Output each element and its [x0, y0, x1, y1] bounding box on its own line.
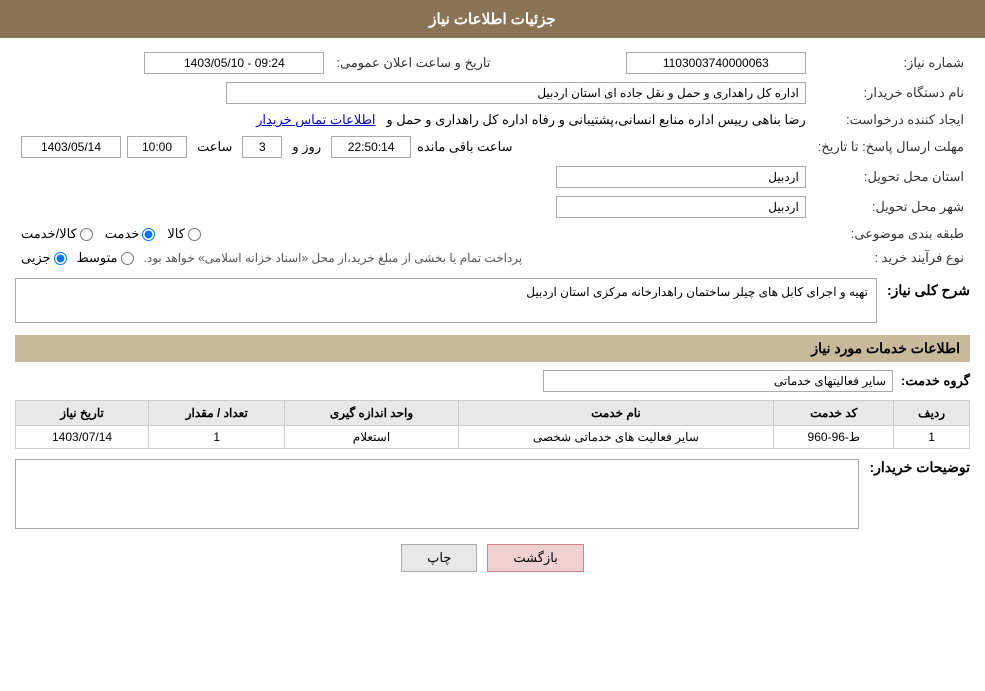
deadline-row: مهلت ارسال پاسخ: تا تاریخ: ساعت باقی مان…: [15, 132, 970, 162]
time-label: ساعت: [197, 139, 232, 155]
remaining-label: ساعت باقی مانده: [417, 139, 512, 155]
purchase-type-value: پرداخت تمام یا بخشی از مبلغ خرید،از محل …: [15, 246, 812, 270]
col-date: تاریخ نیاز: [16, 401, 149, 426]
category-khedmat-radio[interactable]: [142, 228, 155, 241]
back-button[interactable]: بازگشت: [487, 544, 583, 572]
purchase-type-row: نوع فرآیند خرید : پرداخت تمام یا بخشی از…: [15, 246, 970, 270]
footer-buttons: بازگشت چاپ: [15, 532, 970, 584]
need-number-input[interactable]: [626, 52, 806, 74]
cell-name: سایر فعالیت های خدماتی شخصی: [458, 426, 774, 449]
buyer-org-row: نام دستگاه خریدار:: [15, 78, 970, 108]
print-button[interactable]: چاپ: [401, 544, 477, 572]
category-kala-khedmat[interactable]: کالا/خدمت: [21, 226, 93, 242]
table-row: 1ط-96-960سایر فعالیت های خدماتی شخصیاستع…: [16, 426, 970, 449]
creator-row: ایجاد کننده درخواست: رضا بناهی رییس ادار…: [15, 108, 970, 132]
category-khedmat-label: خدمت: [105, 226, 140, 242]
content-area: شماره نیاز: تاریخ و ساعت اعلان عمومی: نا…: [0, 38, 985, 594]
services-tbody: 1ط-96-960سایر فعالیت های خدماتی شخصیاستع…: [16, 426, 970, 449]
need-desc-label: شرح کلی نیاز:: [887, 278, 970, 303]
cell-date: 1403/07/14: [16, 426, 149, 449]
province-label: استان محل تحویل:: [812, 162, 970, 192]
announce-date-label: تاریخ و ساعت اعلان عمومی:: [330, 48, 496, 78]
city-row: شهر محل تحویل:: [15, 192, 970, 222]
col-row: ردیف: [894, 401, 970, 426]
category-value: کالا خدمت کالا/خدمت: [15, 222, 812, 246]
buyer-org-value: [15, 78, 812, 108]
purchase-partial-label: جزیی: [21, 250, 51, 266]
buyer-notes-container: [15, 459, 859, 532]
creator-link[interactable]: اطلاعات تماس خریدار: [256, 112, 375, 127]
services-title: اطلاعات خدمات مورد نیاز: [15, 335, 970, 362]
category-kala-label: کالا: [167, 226, 185, 242]
city-label: شهر محل تحویل:: [812, 192, 970, 222]
purchase-type-note: پرداخت تمام یا بخشی از مبلغ خرید،از محل …: [144, 251, 523, 265]
service-group-row: گروه خدمت:: [15, 370, 970, 392]
city-value: [15, 192, 812, 222]
buyer-notes-label: توضیحات خریدار:: [869, 459, 970, 476]
col-count: تعداد / مقدار: [149, 401, 285, 426]
page-title: جزئیات اطلاعات نیاز: [429, 11, 556, 28]
category-both-radio[interactable]: [80, 228, 93, 241]
category-kala-khedmat-label: کالا/خدمت: [21, 226, 77, 242]
creator-label: ایجاد کننده درخواست:: [812, 108, 970, 132]
buyer-org-input[interactable]: [226, 82, 806, 104]
cell-row: 1: [894, 426, 970, 449]
purchase-medium-radio[interactable]: [121, 252, 134, 265]
need-desc-container: تهیه و اجرای کابل های چیلر ساختمان راهدا…: [15, 278, 877, 323]
table-header-row: ردیف کد خدمت نام خدمت واحد اندازه گیری ت…: [16, 401, 970, 426]
province-input[interactable]: [556, 166, 806, 188]
cell-code: ط-96-960: [774, 426, 894, 449]
main-info-table: شماره نیاز: تاریخ و ساعت اعلان عمومی: نا…: [15, 48, 970, 270]
deadline-date-input[interactable]: [21, 136, 121, 158]
cell-unit: استعلام: [285, 426, 458, 449]
category-label: طبقه بندی موضوعی:: [812, 222, 970, 246]
creator-text: رضا بناهی رییس اداره منابع انسانی،پشتیبا…: [386, 112, 805, 127]
purchase-type-partial[interactable]: جزیی: [21, 250, 67, 266]
creator-value: رضا بناهی رییس اداره منابع انسانی،پشتیبا…: [15, 108, 812, 132]
buyer-notes-textarea[interactable]: [15, 459, 859, 529]
category-kala[interactable]: کالا: [167, 226, 201, 242]
days-input[interactable]: [242, 136, 282, 158]
category-khedmat[interactable]: خدمت: [105, 226, 156, 242]
buyer-org-label: نام دستگاه خریدار:: [812, 78, 970, 108]
announce-date-value: [15, 48, 330, 78]
col-name: نام خدمت: [458, 401, 774, 426]
cell-count: 1: [149, 426, 285, 449]
need-number-row: شماره نیاز: تاریخ و ساعت اعلان عمومی:: [15, 48, 970, 78]
buyer-notes-section: توضیحات خریدار:: [15, 459, 970, 532]
purchase-type-label: نوع فرآیند خرید :: [812, 246, 970, 270]
need-desc-section: شرح کلی نیاز: تهیه و اجرای کابل های چیلر…: [15, 278, 970, 323]
need-number-value: [496, 48, 811, 78]
need-desc-value: تهیه و اجرای کابل های چیلر ساختمان راهدا…: [15, 278, 877, 323]
announce-date-input[interactable]: [144, 52, 324, 74]
need-number-label: شماره نیاز:: [812, 48, 970, 78]
deadline-value: ساعت باقی مانده روز و ساعت: [15, 132, 812, 162]
purchase-partial-radio[interactable]: [54, 252, 67, 265]
purchase-medium-label: متوسط: [77, 250, 118, 266]
province-value: [15, 162, 812, 192]
days-label: روز و: [292, 139, 321, 155]
service-group-label: گروه خدمت:: [901, 373, 970, 389]
category-row: طبقه بندی موضوعی: کالا خدمت: [15, 222, 970, 246]
city-input[interactable]: [556, 196, 806, 218]
services-table: ردیف کد خدمت نام خدمت واحد اندازه گیری ت…: [15, 400, 970, 449]
col-unit: واحد اندازه گیری: [285, 401, 458, 426]
category-kala-radio[interactable]: [188, 228, 201, 241]
purchase-type-medium[interactable]: متوسط: [77, 250, 134, 266]
time-input[interactable]: [127, 136, 187, 158]
deadline-label: مهلت ارسال پاسخ: تا تاریخ:: [812, 132, 970, 162]
page-header: جزئیات اطلاعات نیاز: [0, 0, 985, 38]
province-row: استان محل تحویل:: [15, 162, 970, 192]
page-wrapper: جزئیات اطلاعات نیاز شماره نیاز: تاریخ و …: [0, 0, 985, 691]
service-group-input[interactable]: [543, 370, 893, 392]
col-code: کد خدمت: [774, 401, 894, 426]
remaining-input[interactable]: [331, 136, 411, 158]
